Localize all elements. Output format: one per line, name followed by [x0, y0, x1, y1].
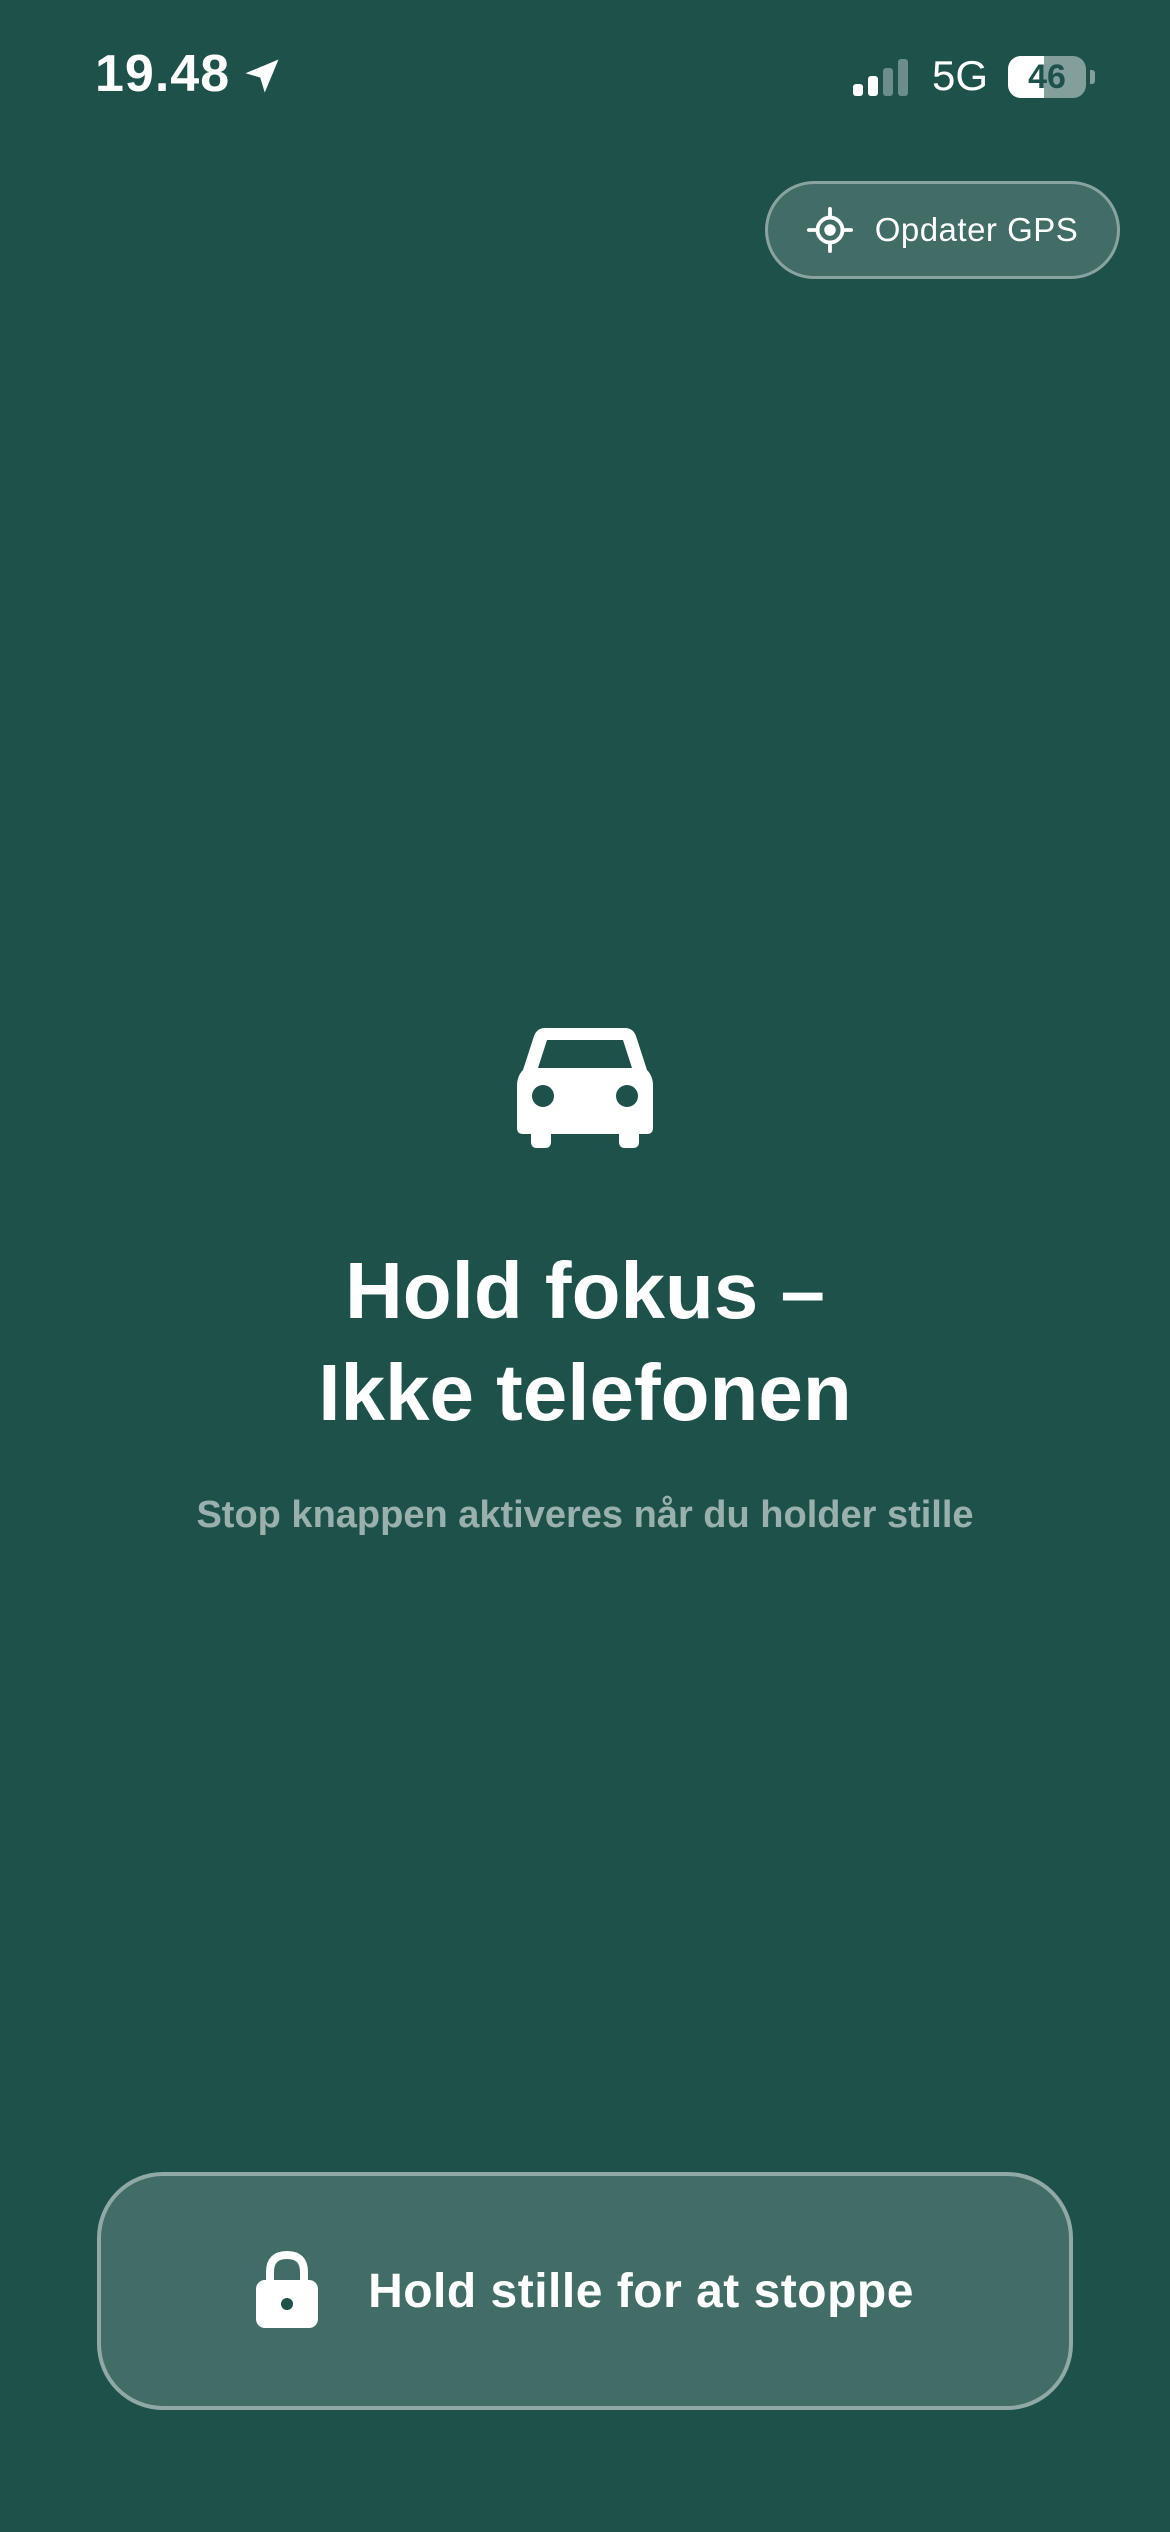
status-bar: 19.48 5G 46 [0, 0, 1170, 150]
signal-strength-icon [853, 58, 909, 96]
hold-to-stop-button[interactable]: Hold stille for at stoppe [97, 2172, 1073, 2410]
network-type: 5G [932, 52, 989, 99]
signal-bar [868, 76, 878, 96]
focus-subtitle: Stop knappen aktiveres når du holder sti… [196, 1494, 974, 1536]
update-gps-label: Opdater GPS [874, 211, 1079, 248]
car-icon [517, 1028, 653, 1148]
focus-title-line1: Hold fokus – [344, 1246, 826, 1335]
status-time: 19.48 [95, 45, 231, 103]
battery-tip [1090, 70, 1095, 84]
hold-to-stop-label: Hold stille for at stoppe [368, 2264, 914, 2318]
signal-bar [853, 84, 863, 96]
signal-bar [883, 68, 893, 96]
update-gps-button[interactable]: Opdater GPS [765, 181, 1120, 279]
location-arrow-icon [245, 59, 279, 93]
lock-icon [256, 2250, 319, 2328]
focus-title: Hold fokus – Ikke telefonen [85, 1240, 1085, 1444]
crosshair-icon [806, 207, 853, 253]
battery-percent: 46 [1028, 58, 1066, 96]
focus-title-line2: Ikke telefonen [318, 1348, 852, 1437]
signal-bar [898, 59, 908, 96]
battery-icon: 46 [1008, 56, 1086, 98]
